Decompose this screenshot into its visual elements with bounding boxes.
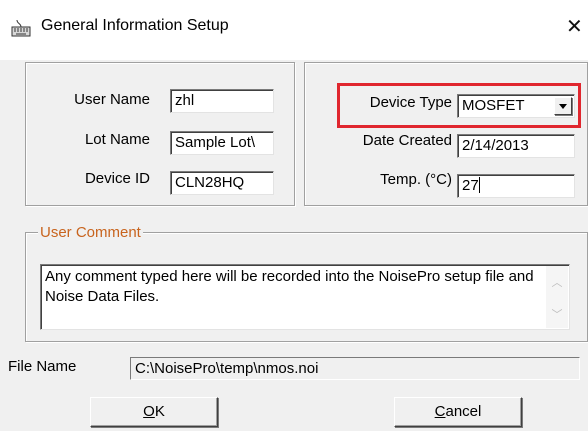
lot-name-label: Lot Name — [84, 131, 150, 148]
user-name-label: User Name — [74, 91, 150, 108]
device-type-value: MOSFET — [462, 97, 525, 114]
ok-mnemonic: O — [143, 403, 155, 420]
cancel-label-rest: ancel — [445, 403, 482, 420]
keyboard-icon — [11, 18, 31, 38]
scroll-up-icon[interactable]: ︿ — [550, 276, 564, 290]
device-id-value: CLN28HQ — [175, 174, 245, 191]
user-comment-text: Any comment typed here will be recorded … — [45, 268, 534, 305]
window-title: General Information Setup — [41, 17, 229, 34]
lot-name-field[interactable]: Sample Lot\ — [170, 131, 274, 155]
device-id-field[interactable]: CLN28HQ — [170, 171, 274, 195]
device-type-select[interactable]: MOSFET — [457, 94, 575, 118]
cancel-button[interactable]: Cancel — [394, 397, 522, 427]
user-comment-legend: User Comment — [38, 224, 143, 241]
general-information-setup-dialog: General Information Setup ✕ User Name zh… — [0, 0, 588, 431]
file-name-field: C:\NoisePro\temp\nmos.noi — [130, 357, 580, 380]
device-id-label: Device ID — [84, 170, 150, 187]
device-type-label: Device Type — [369, 94, 452, 111]
file-name-label: File Name — [8, 358, 77, 375]
title-bar: General Information Setup ✕ — [0, 0, 588, 60]
file-name-value: C:\NoisePro\temp\nmos.noi — [135, 360, 319, 377]
ok-button[interactable]: OK — [90, 397, 218, 427]
ok-label-rest: K — [154, 403, 165, 420]
cancel-mnemonic: C — [434, 403, 446, 420]
close-icon[interactable]: ✕ — [566, 14, 588, 40]
comment-scrollbar[interactable]: ︿ ﹀ — [546, 266, 568, 328]
date-created-label: Date Created — [362, 132, 452, 149]
text-caret — [478, 177, 480, 193]
user-comment-textarea[interactable]: Any comment typed here will be recorded … — [40, 264, 570, 330]
user-name-value: zhl — [175, 92, 195, 109]
temp-field[interactable]: 27 — [457, 174, 575, 198]
date-created-field[interactable]: 2/14/2013 — [457, 134, 575, 158]
dropdown-arrow-icon[interactable] — [554, 97, 572, 115]
user-name-field[interactable]: zhl — [170, 89, 274, 113]
temp-value: 27 — [462, 177, 479, 194]
temp-label: Temp. (°C) — [380, 171, 452, 188]
date-created-value: 2/14/2013 — [462, 137, 529, 154]
scroll-down-icon[interactable]: ﹀ — [550, 308, 564, 322]
lot-name-value: Sample Lot\ — [175, 134, 256, 151]
